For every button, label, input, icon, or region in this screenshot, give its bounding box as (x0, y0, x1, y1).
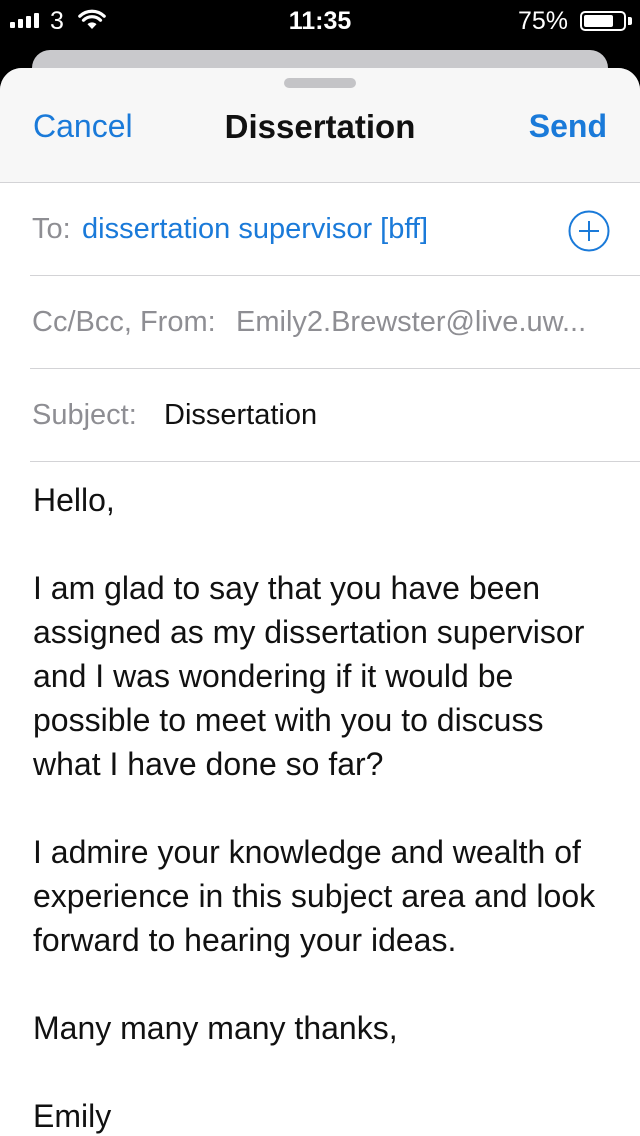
message-body[interactable]: Hello, I am glad to say that you have be… (33, 478, 613, 1136)
body-closing: Many many many thanks, (33, 1010, 398, 1046)
body-paragraph-2: I admire your knowledge and wealth of ex… (33, 834, 596, 958)
subject-label: Subject: (32, 399, 137, 431)
sheet-grabber[interactable] (284, 78, 356, 88)
battery-tip (628, 17, 632, 25)
from-address[interactable]: Emily2.Brewster@live.uw... (236, 306, 586, 339)
subject-input[interactable]: Dissertation (164, 399, 317, 432)
battery-percent: 75% (517, 7, 568, 35)
plus-circle-icon[interactable] (568, 210, 610, 252)
body-paragraph-1: I am glad to say that you have been assi… (33, 570, 585, 782)
battery-icon (580, 11, 626, 31)
cc-bcc-from-label: Cc/Bcc, From: (32, 306, 216, 338)
cc-bcc-from-field[interactable]: Cc/Bcc, From: Emily2.Brewster@live.uw... (30, 276, 640, 369)
to-recipient[interactable]: dissertation supervisor [bff] (82, 213, 428, 246)
status-bar: 3 11:35 75% (0, 0, 640, 42)
battery-level-fill (584, 15, 613, 27)
cancel-button[interactable]: Cancel (33, 108, 133, 145)
mail-compose-screen: 3 11:35 75% Cancel Dissertation Send To:… (0, 0, 640, 1136)
body-greeting: Hello, (33, 482, 115, 518)
compose-nav-bar: Cancel Dissertation Send (0, 68, 640, 183)
body-signature: Emily (33, 1098, 112, 1134)
subject-field[interactable]: Subject: Dissertation (30, 369, 640, 462)
compose-sheet: Cancel Dissertation Send To: dissertatio… (0, 68, 640, 1136)
send-button[interactable]: Send (529, 108, 607, 145)
to-field[interactable]: To: dissertation supervisor [bff] (30, 183, 640, 276)
to-label: To: (32, 213, 71, 245)
